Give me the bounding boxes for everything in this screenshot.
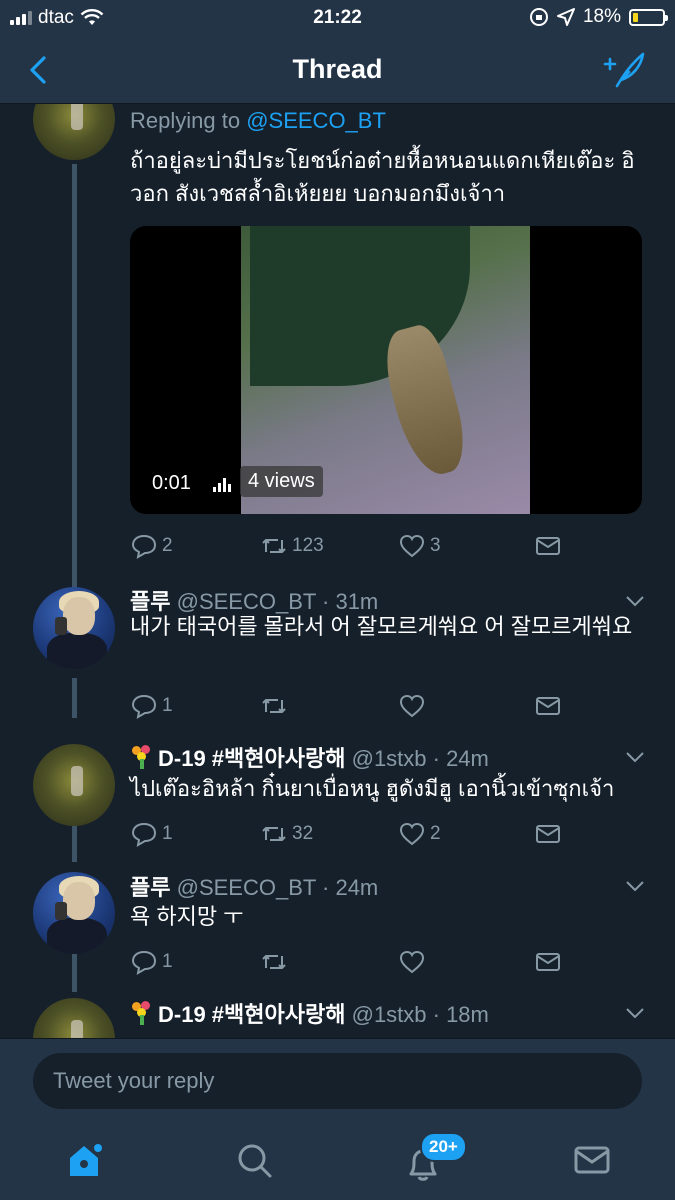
reply-icon (131, 694, 157, 719)
handle-time: @1stxb · 24m (351, 746, 489, 771)
heart-icon (399, 822, 425, 846)
retweet-icon (262, 955, 286, 969)
reply-bar (0, 1038, 675, 1124)
home-icon[interactable] (64, 1140, 104, 1180)
reply-button[interactable]: 1 (130, 692, 173, 720)
display-name[interactable]: D-19 #백현아사랑해 (158, 1002, 345, 1027)
battery-percent: 18% (582, 6, 621, 27)
like-button[interactable] (398, 948, 426, 976)
reply-icon (131, 822, 157, 847)
avatar[interactable] (33, 104, 115, 160)
chevron-down-icon[interactable] (625, 1006, 645, 1020)
mail-icon (536, 825, 560, 843)
reply-count: 2 (162, 535, 173, 556)
thread-connector (72, 952, 77, 992)
messages-icon[interactable] (572, 1140, 612, 1180)
reply-count: 1 (162, 823, 173, 844)
dm-button[interactable] (534, 692, 562, 720)
retweet-button[interactable] (260, 692, 288, 720)
heart-icon (399, 950, 425, 974)
avatar[interactable] (33, 744, 115, 826)
retweet-count: 32 (292, 823, 314, 844)
compose-tweet-icon[interactable] (603, 50, 647, 90)
reply-button[interactable]: 2 (130, 532, 173, 560)
reply-icon (131, 534, 157, 559)
nav-bar: Thread (0, 36, 675, 104)
video-views: 4 views (240, 466, 323, 497)
tweet-text: ไปเต๊อะอิหล้า กิ๋นยาเบื่อหนู ฮูดังมีฮู เ… (130, 776, 615, 801)
status-right: 18% (529, 6, 668, 28)
retweet-button[interactable]: 32 (260, 820, 313, 848)
page-title: Thread (292, 54, 383, 84)
tweet-meta: D-19 #백현아사랑해 @1stxb · 24m (130, 741, 489, 773)
reply-button[interactable]: 1 (130, 948, 173, 976)
like-button[interactable] (398, 692, 426, 720)
view-count-icon (213, 478, 231, 492)
dm-button[interactable] (534, 532, 562, 560)
chevron-down-icon[interactable] (625, 879, 645, 893)
heart-icon (399, 694, 425, 718)
tweet-text: ถ้าอยู่ละบ่ามีประโยชน์ก่อต๋ายหื้อหนอนแดก… (130, 148, 635, 206)
reply-icon (131, 950, 157, 975)
tab-bar: 20+ (0, 1124, 675, 1200)
like-count: 3 (430, 535, 441, 556)
replying-handle[interactable]: @SEECO_BT (246, 108, 386, 133)
like-button[interactable]: 3 (398, 532, 441, 560)
tweet-meta: D-19 #백현아사랑해 @1stxb · 18m (130, 997, 489, 1029)
like-button[interactable]: 2 (398, 820, 441, 848)
tweet-actions: 1 (130, 948, 580, 978)
retweet-icon (262, 827, 286, 841)
handle-time: @SEECO_BT · 24m (176, 875, 379, 900)
display-name[interactable]: D-19 #백현아사랑해 (158, 746, 345, 771)
video-player[interactable]: 0:01 4 views (130, 226, 642, 514)
battery-icon (629, 8, 668, 26)
replying-prefix: Replying to (130, 108, 241, 133)
thread-content: Replying to @SEECO_BT ถ้าอยู่ละบ่ามีประโ… (0, 104, 675, 1038)
heart-icon (399, 534, 425, 558)
mail-icon (536, 537, 560, 555)
location-icon (556, 8, 575, 26)
reply-count: 1 (162, 695, 173, 716)
thread-connector (72, 678, 77, 718)
retweet-button[interactable] (260, 948, 288, 976)
bouquet-icon (130, 1001, 154, 1025)
retweet-icon (262, 699, 286, 713)
tweet-meta: 플루 @SEECO_BT · 24m (130, 870, 378, 902)
bouquet-icon (130, 745, 154, 769)
avatar[interactable] (33, 587, 115, 669)
tweet-actions: 1 32 2 (130, 820, 580, 850)
avatar[interactable] (33, 998, 115, 1038)
reply-button[interactable]: 1 (130, 820, 173, 848)
like-count: 2 (430, 823, 441, 844)
search-icon[interactable] (234, 1140, 274, 1180)
chevron-down-icon[interactable] (625, 750, 645, 764)
thread-connector (72, 164, 77, 620)
notifications-badge: 20+ (420, 1132, 467, 1162)
chevron-down-icon[interactable] (625, 594, 645, 608)
handle-time: @1stxb · 18m (351, 1002, 489, 1027)
retweet-count: 123 (292, 535, 324, 556)
dm-button[interactable] (534, 820, 562, 848)
status-bar: dtac 21:22 18% (0, 0, 675, 36)
mail-icon (536, 697, 560, 715)
replying-to: Replying to @SEECO_BT (130, 108, 386, 134)
tweet-actions: 1 (130, 692, 580, 722)
reply-count: 1 (162, 951, 173, 972)
dm-button[interactable] (534, 948, 562, 976)
retweet-icon (262, 539, 286, 553)
video-time: 0:01 (152, 472, 191, 494)
tweet-text: 욕 하지망 ㅜ (130, 904, 244, 929)
rotation-lock-icon (529, 8, 548, 26)
avatar[interactable] (33, 872, 115, 954)
display-name[interactable]: 플루 (130, 875, 170, 900)
tweet-actions: 2 123 3 (130, 532, 580, 562)
retweet-button[interactable]: 123 (260, 532, 324, 560)
reply-input[interactable] (33, 1053, 642, 1109)
tweet-text: 내가 태국어를 몰라서 어 잘모르게쒀요 어 잘모르게쒀요 (130, 614, 633, 639)
battery-fill (633, 12, 639, 22)
mail-icon (536, 953, 560, 971)
